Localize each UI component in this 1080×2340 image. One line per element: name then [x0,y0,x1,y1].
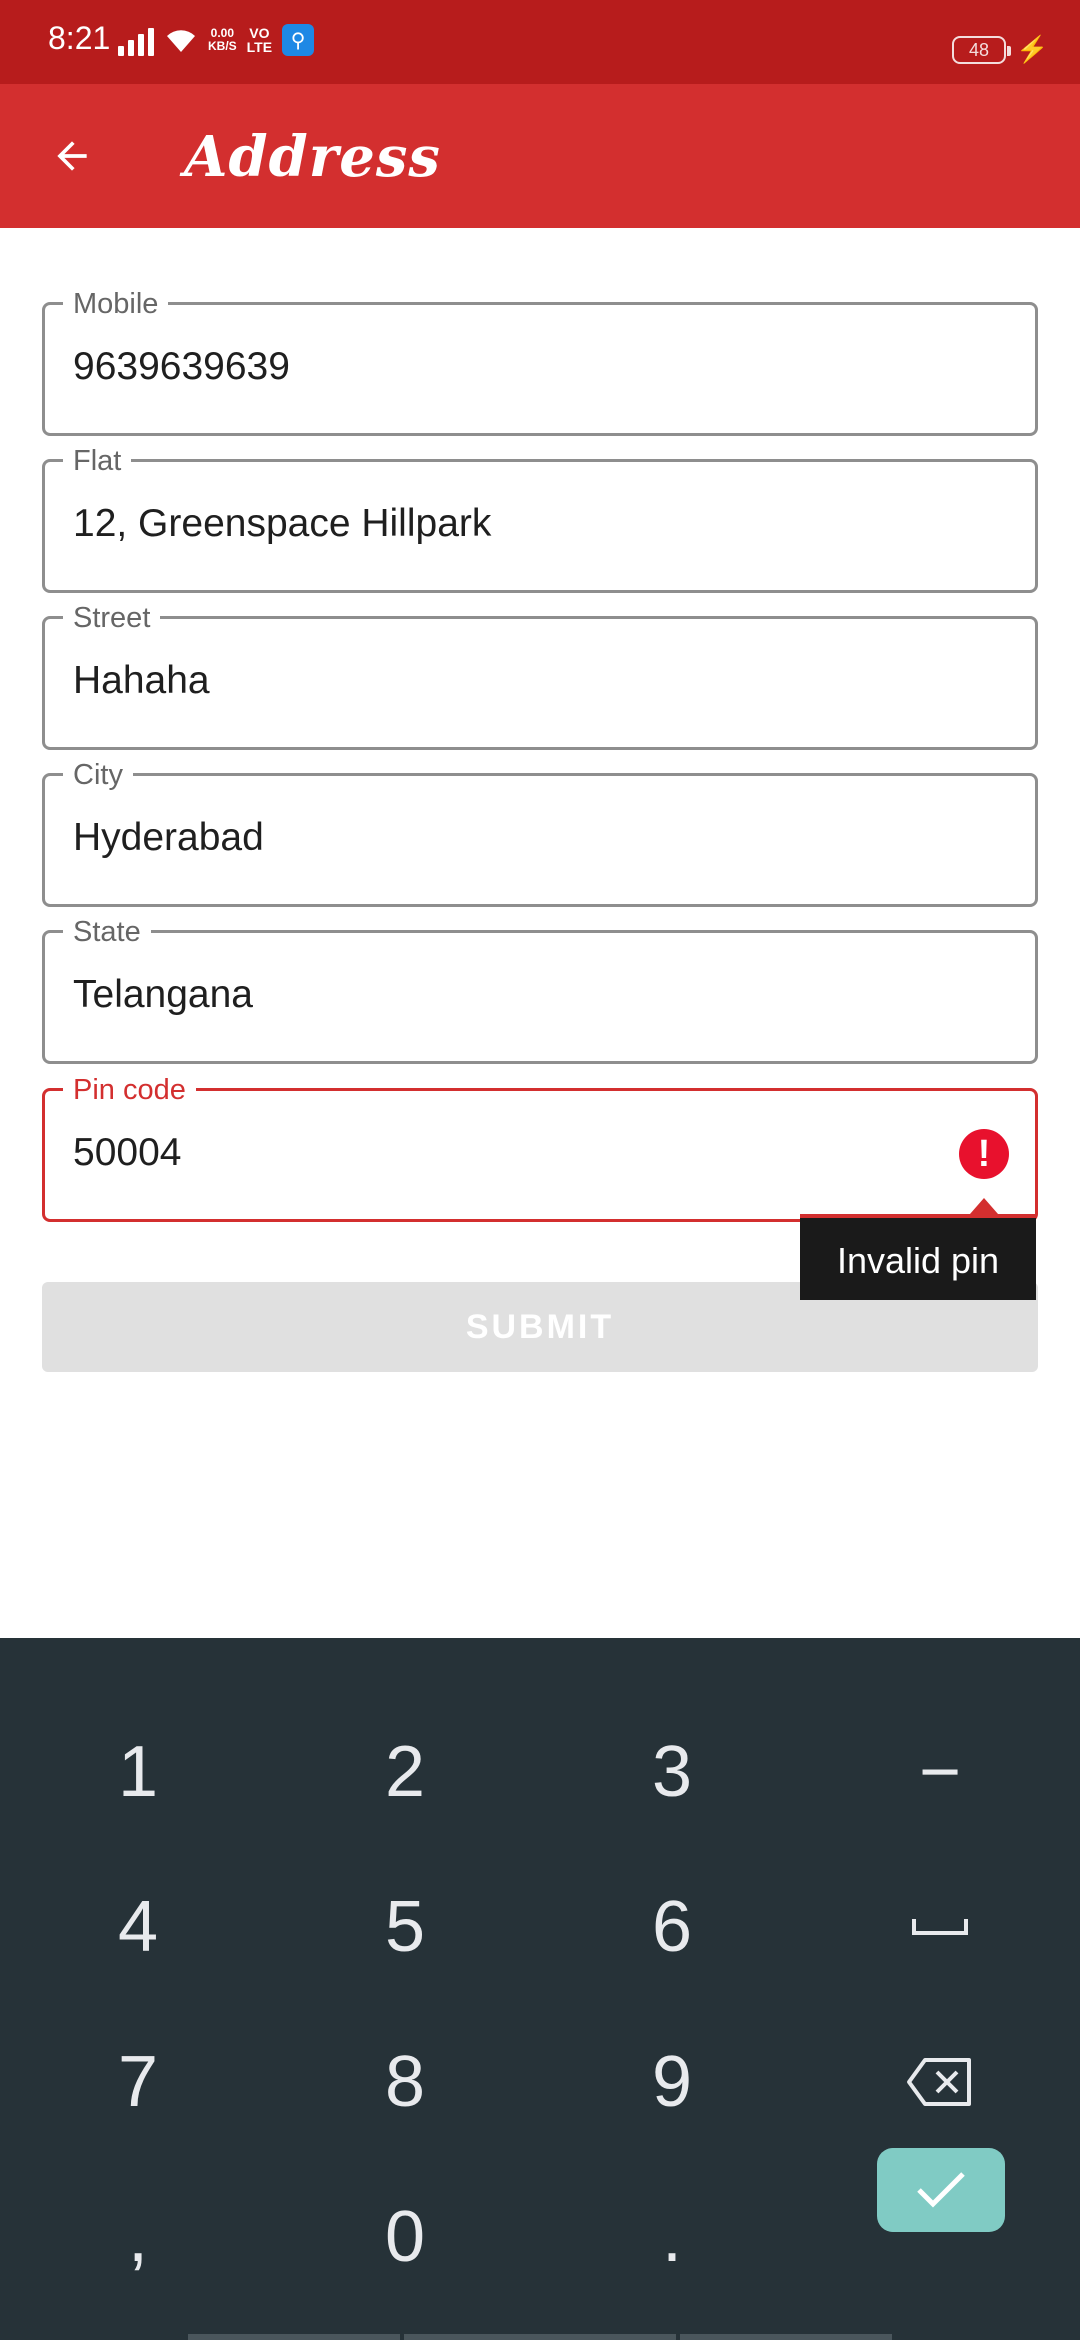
mobile-value[interactable]: 9639639639 [73,345,290,389]
key-backspace[interactable] [805,2004,1075,2160]
key-0[interactable]: 0 [270,2159,540,2315]
key-8[interactable]: 8 [270,2004,540,2160]
space-icon [912,1919,968,1935]
status-time: 8:21 [48,20,111,56]
mobile-label: Mobile [63,287,169,321]
backspace-icon [907,2058,971,2106]
city-field[interactable]: City Hyderabad [42,758,1038,907]
flat-label: Flat [63,444,132,478]
usb-icon: ⚲ [282,24,315,56]
arrow-back-icon [57,141,87,171]
check-icon [917,2172,965,2208]
key-1[interactable]: 1 [3,1694,273,1850]
error-tooltip: Invalid pin [800,1198,1036,1300]
key-minus[interactable]: − [805,1694,1075,1850]
app-bar: Address [0,84,1080,228]
wifi-icon [167,30,195,52]
street-field[interactable]: Street Hahaha [42,601,1038,750]
key-4[interactable]: 4 [3,1849,273,2005]
page-title: Address [184,124,441,190]
status-icons: 0.00 KB/S VO LTE ⚲ [118,24,315,56]
charging-icon: ⚡ [1016,34,1049,64]
signal-icon [118,24,154,56]
city-value[interactable]: Hyderabad [73,816,264,860]
pin-code-value[interactable]: 50004 [73,1131,181,1175]
city-label: City [63,758,133,792]
state-label: State [63,915,151,949]
net-speed-unit: KB/S [208,39,237,53]
volte-bottom: LTE [246,39,273,55]
street-label: Street [63,601,161,635]
key-5[interactable]: 5 [270,1849,540,2005]
done-key[interactable] [877,2148,1005,2232]
pin-code-label: Pin code [63,1073,196,1107]
key-space[interactable] [805,1849,1075,2005]
volte-top: VO [249,25,270,41]
key-comma[interactable]: , [3,2159,273,2315]
battery-icon: 48 [952,36,1011,64]
flat-field[interactable]: Flat 12, Greenspace Hillpark [42,444,1038,593]
state-field[interactable]: State Telangana [42,915,1038,1064]
flat-value[interactable]: 12, Greenspace Hillpark [73,502,491,546]
nav-hint-right [680,2334,892,2340]
back-button[interactable] [36,120,108,192]
key-7[interactable]: 7 [3,2004,273,2160]
key-9[interactable]: 9 [537,2004,807,2160]
error-icon[interactable]: ! [959,1129,1009,1179]
nav-hint-left [188,2334,400,2340]
volte-indicator: VO LTE [247,26,272,54]
key-3[interactable]: 3 [537,1694,807,1850]
pin-code-field[interactable]: Pin code 50004 ! [42,1073,1038,1222]
nav-hint-center [404,2334,676,2340]
key-period[interactable]: . [537,2159,807,2315]
status-bar: 8:21 0.00 KB/S VO LTE ⚲ 48 ⚡ [0,0,1080,84]
key-2[interactable]: 2 [270,1694,540,1850]
net-speed: 0.00 KB/S [208,27,237,53]
state-value[interactable]: Telangana [73,973,253,1017]
street-value[interactable]: Hahaha [73,659,210,703]
key-6[interactable]: 6 [537,1849,807,2005]
mobile-field[interactable]: Mobile 9639639639 [42,287,1038,436]
numeric-keyboard: 1 2 3 − 4 5 6 7 8 9 , 0 . [0,1638,1080,2340]
